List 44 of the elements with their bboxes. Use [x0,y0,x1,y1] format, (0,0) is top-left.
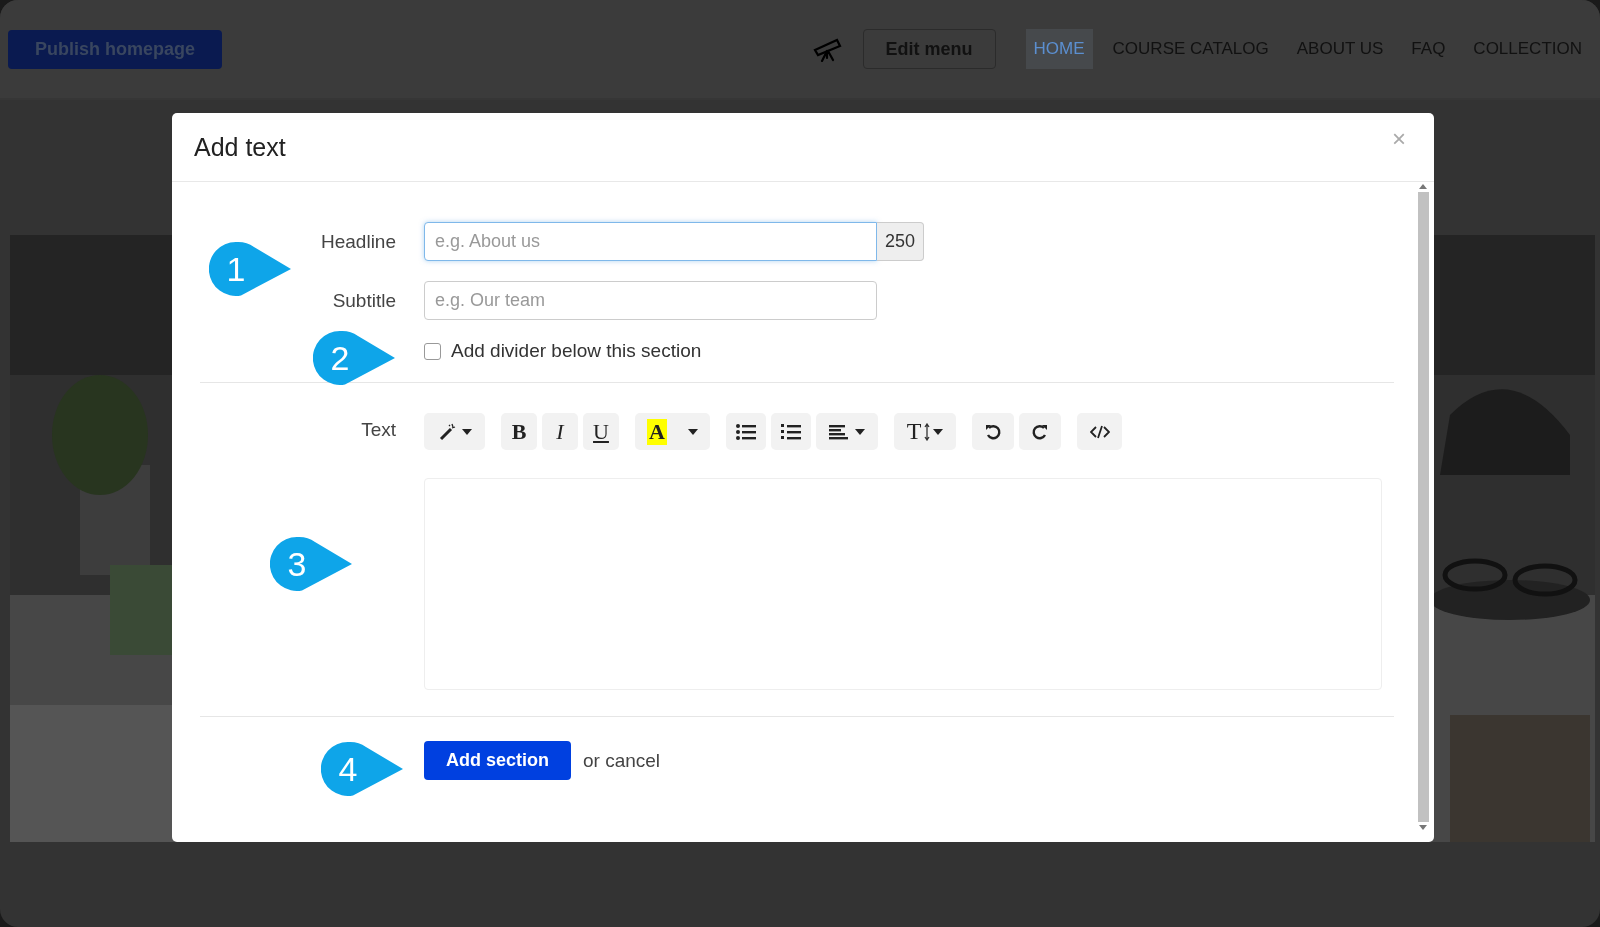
toolbar-button[interactable]: T [894,413,956,450]
toolbar-button[interactable] [1077,413,1122,450]
add-section-button[interactable]: Add section [424,741,571,780]
toolbar-button[interactable]: A [635,413,710,450]
scroll-down-icon[interactable] [1419,825,1427,830]
toolbar-button[interactable] [816,413,878,450]
caret-icon [933,428,944,435]
text-label: Text [360,418,396,441]
caret-icon [855,428,865,435]
callout-marker: 3 [270,536,354,592]
callout-marker: 2 [313,330,397,386]
scrollbar[interactable] [1416,184,1430,830]
caret-icon [461,428,472,435]
cancel-link[interactable]: or cancel [583,749,661,772]
callout-marker: 4 [321,741,405,797]
dialog-title: Add text [194,132,286,162]
callout-marker: 1 [209,241,293,297]
subtitle-label: Subtitle [331,289,396,312]
headline-label: Headline [320,230,396,253]
vertical-arrow-icon [924,422,931,441]
divider-checkbox[interactable] [424,342,441,360]
divider-option-label: Add divider below this section [451,340,702,362]
magic-wand-icon [437,422,456,441]
toolbar-button[interactable] [771,413,811,450]
caret-icon [688,428,698,435]
subtitle-field[interactable]: e.g. Our team [424,281,877,320]
numbered-list-icon [781,422,801,441]
toolbar-button[interactable]: I [542,413,578,450]
redo-icon [1031,422,1049,441]
toolbar-button[interactable] [1019,413,1061,450]
nav-link[interactable]: HOME [1025,29,1093,69]
toolbar-button[interactable] [424,413,485,450]
headline-field[interactable]: e.g. About us [424,222,877,261]
bulleted-list-icon [736,423,756,440]
code-icon [1089,423,1110,440]
align-left-icon [829,423,849,440]
character-counter: 250 [877,222,925,261]
toolbar-button[interactable]: U [583,413,619,450]
scroll-up-icon[interactable] [1419,184,1427,189]
close-button[interactable]: × [1386,124,1412,154]
undo-icon [984,422,1002,441]
toolbar-button[interactable] [726,413,766,450]
toolbar-button[interactable]: B [501,413,537,450]
toolbar-button[interactable] [972,413,1014,450]
